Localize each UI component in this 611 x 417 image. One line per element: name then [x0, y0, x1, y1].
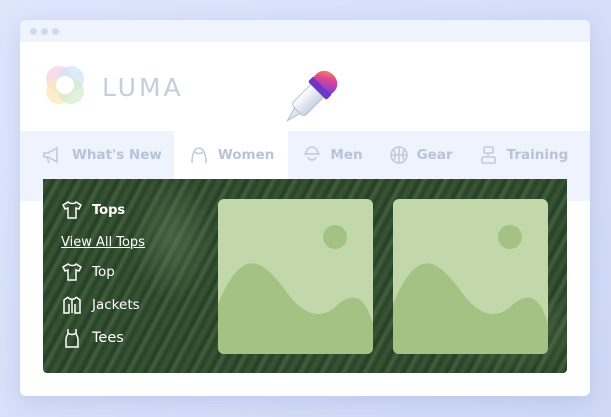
nav-item-label: What's New: [72, 147, 162, 163]
women-icon: [188, 145, 210, 165]
product-image-placeholder[interactable]: [218, 199, 373, 354]
color-dropper-icon: [272, 52, 358, 138]
main-navigation-bar: What's New Women Men Gear Training: [20, 131, 590, 179]
subcategory-label: Top: [92, 264, 115, 280]
nav-item-women[interactable]: Women: [173, 131, 289, 179]
nav-item-training[interactable]: Training: [465, 131, 581, 179]
jacket-icon: [61, 295, 85, 315]
subcategory-label: Tees: [92, 330, 124, 346]
category-heading[interactable]: Tops: [61, 199, 145, 221]
nav-item-whats-new[interactable]: What's New: [20, 131, 174, 179]
brand-name: LUMA: [102, 72, 184, 102]
women-mega-menu: Tops View All Tops Top Jackets Tees: [43, 179, 567, 373]
window-dot: [30, 27, 37, 35]
subcategory-jackets[interactable]: Jackets: [61, 294, 145, 316]
tops-menu: Tops View All Tops Top Jackets Tees: [61, 199, 145, 360]
luma-logo-icon: [42, 62, 88, 112]
tshirt-icon: [61, 262, 85, 282]
subcategory-label: Jackets: [92, 297, 140, 313]
product-image-placeholder[interactable]: [393, 199, 548, 354]
image-placeholder-icon: [218, 225, 373, 354]
basketball-icon: [389, 145, 409, 165]
tank-top-icon: [61, 328, 85, 348]
view-all-tops-link[interactable]: View All Tops: [61, 235, 145, 250]
image-placeholder-icon: [393, 225, 548, 354]
training-icon: [479, 145, 499, 165]
megaphone-icon: [42, 146, 64, 164]
luma-logo[interactable]: LUMA: [42, 62, 184, 112]
subcategory-tees[interactable]: Tees: [61, 327, 145, 349]
window-titlebar: [20, 20, 590, 42]
window-dot: [52, 27, 59, 35]
nav-item-label: Men: [330, 147, 363, 163]
nav-item-gear[interactable]: Gear: [375, 131, 465, 179]
nav-item-label: Women: [217, 147, 275, 163]
nav-item-label: Gear: [416, 147, 453, 163]
nav-item-label: Training: [506, 147, 569, 163]
subcategory-top[interactable]: Top: [61, 261, 145, 283]
nav-item-men[interactable]: Men: [288, 131, 374, 179]
tshirt-icon: [61, 200, 85, 220]
window-dot: [41, 27, 48, 35]
category-title: Tops: [92, 202, 126, 218]
men-icon: [302, 145, 322, 165]
